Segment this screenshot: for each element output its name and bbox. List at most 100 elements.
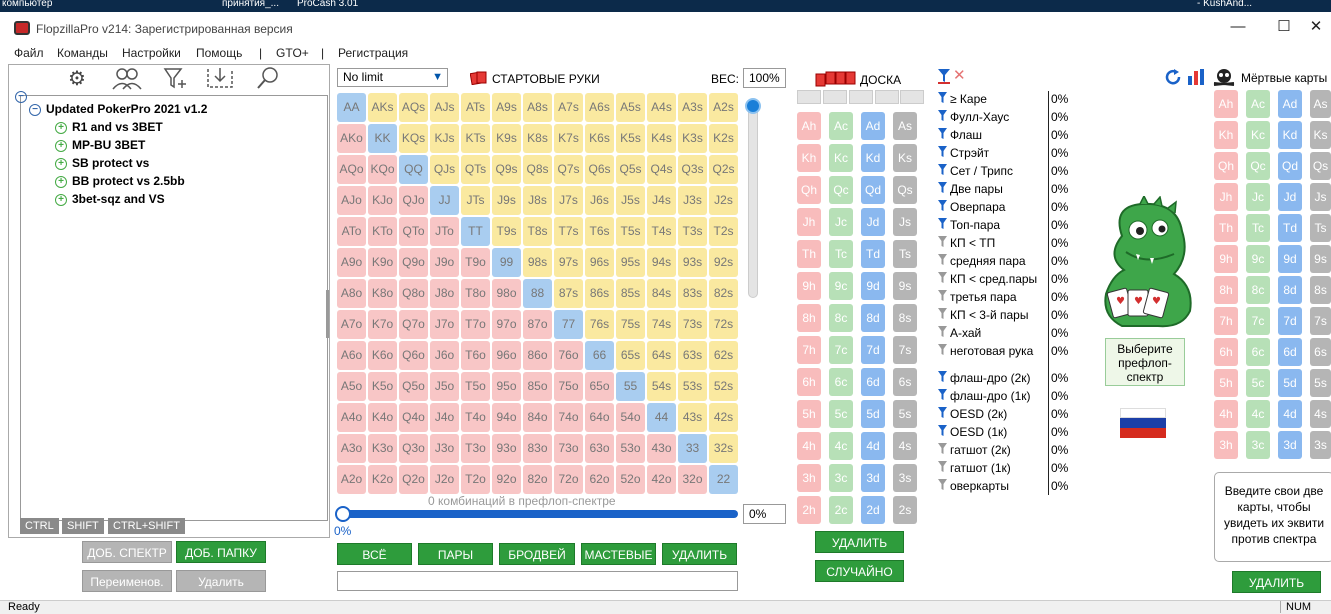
hand-cell-A5s[interactable]: A5s: [616, 93, 645, 122]
expand-icon[interactable]: +: [55, 121, 67, 134]
hand-cell-97s[interactable]: 97s: [554, 248, 583, 277]
splitter-handle[interactable]: [326, 290, 329, 338]
hand-cell-K6s[interactable]: K6s: [585, 124, 614, 153]
hand-cell-K3s[interactable]: K3s: [678, 124, 707, 153]
hand-cell-64s[interactable]: 64s: [647, 341, 676, 370]
filter-icon[interactable]: [938, 344, 947, 355]
hand-cell-83o[interactable]: 83o: [523, 434, 552, 463]
hand-cell-98s[interactable]: 98s: [523, 248, 552, 277]
hand-cell-K2o[interactable]: K2o: [368, 465, 397, 494]
board-slot[interactable]: [849, 90, 873, 104]
hand-cell-KK[interactable]: KK: [368, 124, 397, 153]
hand-cell-J2o[interactable]: J2o: [430, 465, 459, 494]
hand-cell-96s[interactable]: 96s: [585, 248, 614, 277]
hand-cell-KJs[interactable]: KJs: [430, 124, 459, 153]
dead-card-Jc[interactable]: Jc: [1246, 183, 1270, 211]
hand-cell-K2s[interactable]: K2s: [709, 124, 738, 153]
hand-cell-97o[interactable]: 97o: [492, 310, 521, 339]
filter-icon[interactable]: [938, 92, 947, 103]
hand-cell-64o[interactable]: 64o: [585, 403, 614, 432]
hand-cell-J5o[interactable]: J5o: [430, 372, 459, 401]
hand-cell-QJs[interactable]: QJs: [430, 155, 459, 184]
hand-cell-T6o[interactable]: T6o: [461, 341, 490, 370]
hand-cell-63s[interactable]: 63s: [678, 341, 707, 370]
hand-cell-K7s[interactable]: K7s: [554, 124, 583, 153]
hand-cell-85o[interactable]: 85o: [523, 372, 552, 401]
dead-card-3c[interactable]: 3c: [1246, 431, 1270, 459]
collapse-icon[interactable]: −: [29, 103, 41, 116]
hand-cell-A9s[interactable]: A9s: [492, 93, 521, 122]
hand-cell-42s[interactable]: 42s: [709, 403, 738, 432]
dead-card-Qh[interactable]: Qh: [1214, 152, 1238, 180]
board-card-6c[interactable]: 6c: [829, 368, 853, 396]
vertical-scrollbar[interactable]: [748, 100, 758, 298]
weight-input[interactable]: 100%: [743, 68, 786, 88]
stat-draw-4[interactable]: гатшот (2к): [938, 443, 1011, 457]
board-card-Td[interactable]: Td: [861, 240, 885, 268]
expand-icon[interactable]: +: [55, 157, 67, 170]
hand-cell-Q9o[interactable]: Q9o: [399, 248, 428, 277]
hand-cell-Q4o[interactable]: Q4o: [399, 403, 428, 432]
hand-cell-A9o[interactable]: A9o: [337, 248, 366, 277]
hand-cell-A6o[interactable]: A6o: [337, 341, 366, 370]
hand-cell-J2s[interactable]: J2s: [709, 186, 738, 215]
board-card-4d[interactable]: 4d: [861, 432, 885, 460]
select-all-button[interactable]: ВСЁ: [337, 543, 412, 565]
dead-card-3d[interactable]: 3d: [1278, 431, 1302, 459]
filter-icon[interactable]: [938, 146, 947, 157]
close-button[interactable]: ✕: [1296, 16, 1331, 38]
hand-cell-T9o[interactable]: T9o: [461, 248, 490, 277]
board-card-Qh[interactable]: Qh: [797, 176, 821, 204]
dead-card-7h[interactable]: 7h: [1214, 307, 1238, 335]
hand-cell-88[interactable]: 88: [523, 279, 552, 308]
random-board-button[interactable]: СЛУЧАЙНО: [815, 560, 904, 582]
dead-card-8s[interactable]: 8s: [1310, 276, 1331, 304]
hand-cell-77[interactable]: 77: [554, 310, 583, 339]
dead-card-5d[interactable]: 5d: [1278, 369, 1302, 397]
filter-icon[interactable]: [938, 254, 947, 265]
stat-made-10[interactable]: КП < сред.пары: [938, 272, 1037, 286]
hand-cell-T6s[interactable]: T6s: [585, 217, 614, 246]
refresh-icon[interactable]: [1164, 68, 1182, 89]
hand-cell-KJo[interactable]: KJo: [368, 186, 397, 215]
hand-cell-52s[interactable]: 52s: [709, 372, 738, 401]
hand-cell-K8o[interactable]: K8o: [368, 279, 397, 308]
hand-cell-86o[interactable]: 86o: [523, 341, 552, 370]
filter-icon[interactable]: [938, 272, 947, 283]
hand-cell-A7s[interactable]: A7s: [554, 93, 583, 122]
hand-cell-QQ[interactable]: QQ: [399, 155, 428, 184]
hand-cell-54s[interactable]: 54s: [647, 372, 676, 401]
hand-cell-ATo[interactable]: ATo: [337, 217, 366, 246]
board-card-4c[interactable]: 4c: [829, 432, 853, 460]
hand-cell-22[interactable]: 22: [709, 465, 738, 494]
hand-cell-72o[interactable]: 72o: [554, 465, 583, 494]
minimize-button[interactable]: —: [1218, 16, 1258, 38]
stat-made-1[interactable]: Фулл-Хаус: [938, 110, 1009, 124]
taskbar-item[interactable]: принятия_...: [222, 0, 279, 9]
board-card-5s[interactable]: 5s: [893, 400, 917, 428]
tree-collapse-icon[interactable]: −: [15, 89, 32, 103]
hand-cell-J6s[interactable]: J6s: [585, 186, 614, 215]
taskbar-item[interactable]: ProCash 3.01: [297, 0, 358, 9]
board-card-4s[interactable]: 4s: [893, 432, 917, 460]
dead-card-8h[interactable]: 8h: [1214, 276, 1238, 304]
hand-cell-Q3o[interactable]: Q3o: [399, 434, 428, 463]
stat-made-0[interactable]: ≥ Каре: [938, 92, 987, 106]
dead-card-Qc[interactable]: Qc: [1246, 152, 1270, 180]
hand-cell-K5o[interactable]: K5o: [368, 372, 397, 401]
hand-cell-Q7s[interactable]: Q7s: [554, 155, 583, 184]
menu-gto[interactable]: GTO+: [276, 46, 309, 60]
dead-card-4h[interactable]: 4h: [1214, 400, 1238, 428]
hand-cell-54o[interactable]: 54o: [616, 403, 645, 432]
dead-card-6d[interactable]: 6d: [1278, 338, 1302, 366]
hand-cell-TT[interactable]: TT: [461, 217, 490, 246]
hand-cell-AJo[interactable]: AJo: [337, 186, 366, 215]
tree-item[interactable]: + MP-BU 3BET: [55, 138, 145, 152]
hand-cell-AA[interactable]: AA: [337, 93, 366, 122]
filter-icon[interactable]: [938, 200, 947, 211]
dead-card-Ac[interactable]: Ac: [1246, 90, 1270, 118]
hand-cell-T4o[interactable]: T4o: [461, 403, 490, 432]
hand-cell-A2o[interactable]: A2o: [337, 465, 366, 494]
hand-cell-J5s[interactable]: J5s: [616, 186, 645, 215]
stat-made-8[interactable]: КП < ТП: [938, 236, 995, 250]
